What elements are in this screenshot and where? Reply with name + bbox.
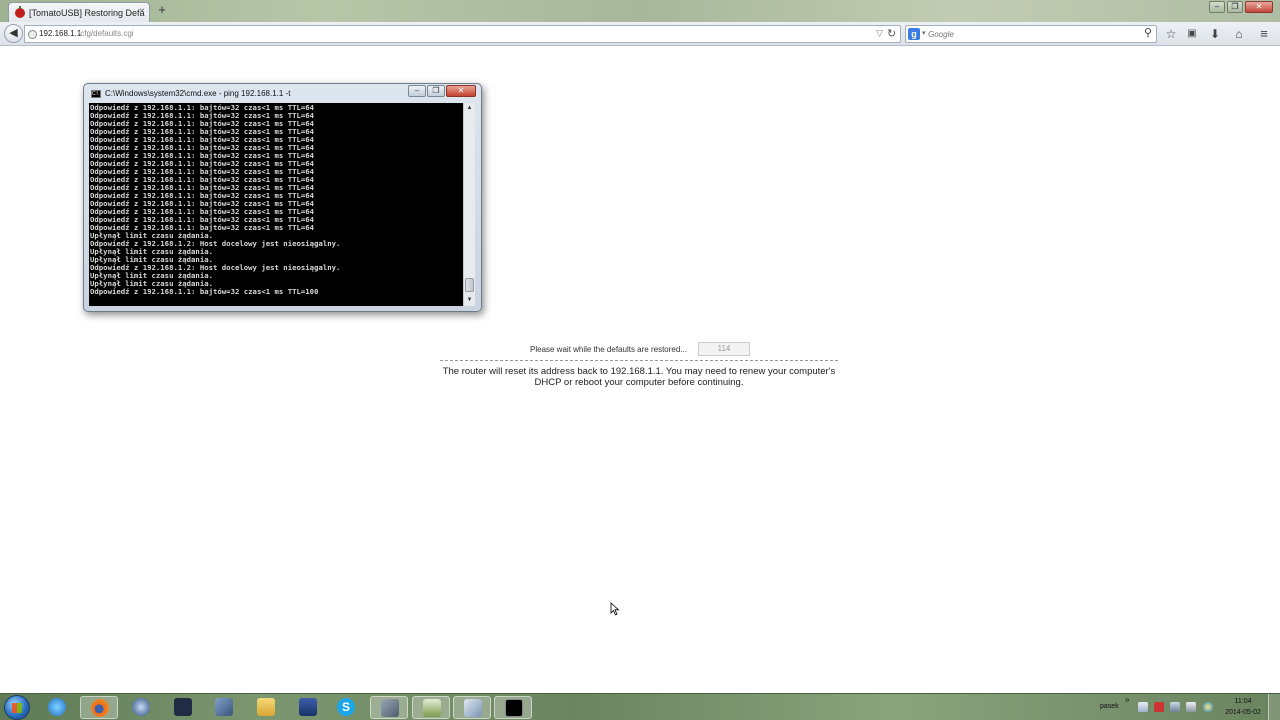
console-line: Odpowiedź z 192.168.1.1: bajtów=32 czas<… (90, 287, 319, 296)
tomato-favicon-icon (15, 5, 25, 18)
chart-app-icon (423, 699, 441, 717)
wait-label: Please wait while the defaults are resto… (530, 345, 687, 354)
show-desktop-button[interactable] (1268, 694, 1280, 720)
scroll-thumb[interactable] (465, 278, 474, 292)
network-icon[interactable] (1170, 702, 1180, 712)
cmd-minimize-button[interactable]: – (408, 85, 426, 97)
star-icon[interactable]: ☆ (1163, 26, 1179, 42)
taskbar-thunderbird[interactable] (122, 696, 160, 719)
floppy-disk-icon (299, 698, 317, 716)
tab-close-icon[interactable]: × (139, 7, 145, 17)
skype-icon: S (337, 698, 355, 716)
search-icon[interactable]: ⚲ (1144, 26, 1152, 39)
tab-title: [TomatoUSB] Restoring Defaul... (29, 7, 145, 18)
thunderbird-icon (132, 698, 150, 716)
window-close-button[interactable]: ✕ (1245, 1, 1273, 13)
back-button[interactable]: ◀ (4, 24, 23, 43)
taskbar-system-monitor[interactable] (370, 696, 408, 719)
taskbar-save-app[interactable] (289, 696, 327, 719)
search-engine-dropdown-icon[interactable]: ▾ (922, 29, 926, 37)
download-icon[interactable]: ⬇ (1207, 26, 1223, 42)
tray-expand-icon[interactable]: » (1125, 695, 1129, 704)
new-tab-button[interactable]: + (156, 3, 168, 17)
cmd-maximize-button[interactable]: ❐ (427, 85, 445, 97)
browser-title-bar: [TomatoUSB] Restoring Defaul... × + – ❐ … (0, 0, 1280, 22)
taskbar-network-tool[interactable] (205, 696, 243, 719)
navigation-toolbar: ◀ 192.168.1.1 /cfg/defaults.cgi ▽ ↻ g ▾ … (0, 22, 1280, 46)
utility-app-icon (464, 699, 482, 717)
system-monitor-icon (381, 699, 399, 717)
volume-icon[interactable] (1186, 702, 1196, 712)
cmd-app-icon: C:\ (91, 90, 101, 98)
google-icon[interactable]: g (908, 28, 920, 40)
menu-icon[interactable]: ≡ (1256, 26, 1272, 42)
clock-time[interactable]: 11:04 (1222, 698, 1264, 705)
tab-tomatousb[interactable]: [TomatoUSB] Restoring Defaul... × (8, 2, 150, 22)
url-host: 192.168.1.1 (39, 29, 82, 38)
update-icon[interactable] (1203, 702, 1213, 712)
mouse-cursor-icon (610, 602, 620, 616)
network-tool-icon (215, 698, 233, 716)
restore-status-row: Please wait while the defaults are resto… (530, 342, 770, 358)
taskbar-firefox[interactable] (80, 696, 118, 719)
taskbar-cmd[interactable] (494, 696, 532, 719)
reload-icon[interactable]: ↻ (887, 27, 896, 40)
cmd-window[interactable]: C:\ C:\Windows\system32\cmd.exe - ping 1… (83, 83, 482, 312)
app-r-icon (174, 698, 192, 716)
cmd-window-title: C:\Windows\system32\cmd.exe - ping 192.1… (105, 89, 291, 98)
internet-explorer-icon (48, 698, 66, 716)
search-input[interactable] (928, 27, 1138, 41)
url-bar[interactable]: 192.168.1.1 /cfg/defaults.cgi ▽ ↻ (24, 25, 901, 43)
cmd-icon (505, 699, 523, 717)
clock-date[interactable]: 2014-05-02 (1222, 709, 1264, 716)
window-minimize-button[interactable]: – (1209, 1, 1225, 13)
search-bar[interactable]: g ▾ ⚲ (905, 25, 1157, 43)
action-center-flag-icon[interactable] (1138, 702, 1148, 712)
taskbar-internet-explorer[interactable] (38, 696, 76, 719)
taskbar-chart-app[interactable] (412, 696, 450, 719)
url-dropdown-icon[interactable]: ▽ (876, 28, 883, 39)
taskbar: S pasek » 11:04 2014-05-02 (0, 693, 1280, 720)
folder-icon (257, 698, 275, 716)
window-maximize-button[interactable]: ❐ (1227, 1, 1243, 13)
console-output[interactable]: Odpowiedź z 192.168.1.1: bajtów=32 czas<… (89, 103, 463, 306)
taskbar-utility-app[interactable] (453, 696, 491, 719)
library-icon[interactable]: ▣ (1184, 26, 1200, 42)
start-button[interactable] (4, 695, 30, 720)
taskbar-skype[interactable]: S (327, 696, 365, 719)
security-icon[interactable] (1154, 702, 1164, 712)
taskbar-file-explorer[interactable] (247, 696, 285, 719)
tray-toolbar-label[interactable]: pasek (1100, 703, 1119, 710)
console-lines: Odpowiedź z 192.168.1.1: bajtów=32 czas<… (90, 104, 463, 296)
home-icon[interactable]: ⌂ (1231, 26, 1247, 42)
reset-message: The router will reset its address back t… (442, 366, 836, 388)
cmd-close-button[interactable]: ✕ (446, 85, 476, 97)
firefox-icon (91, 699, 109, 717)
globe-icon (28, 30, 37, 39)
back-icon: ◀ (9, 27, 18, 39)
scroll-up-icon[interactable]: ▲ (464, 103, 475, 113)
scroll-down-icon[interactable]: ▼ (464, 295, 475, 305)
taskbar-app-r[interactable] (164, 696, 202, 719)
countdown-field: 114 (698, 342, 750, 356)
cmd-scrollbar[interactable]: ▲ ▼ (463, 103, 475, 306)
dashed-divider (440, 360, 838, 361)
url-path: /cfg/defaults.cgi (78, 29, 134, 38)
